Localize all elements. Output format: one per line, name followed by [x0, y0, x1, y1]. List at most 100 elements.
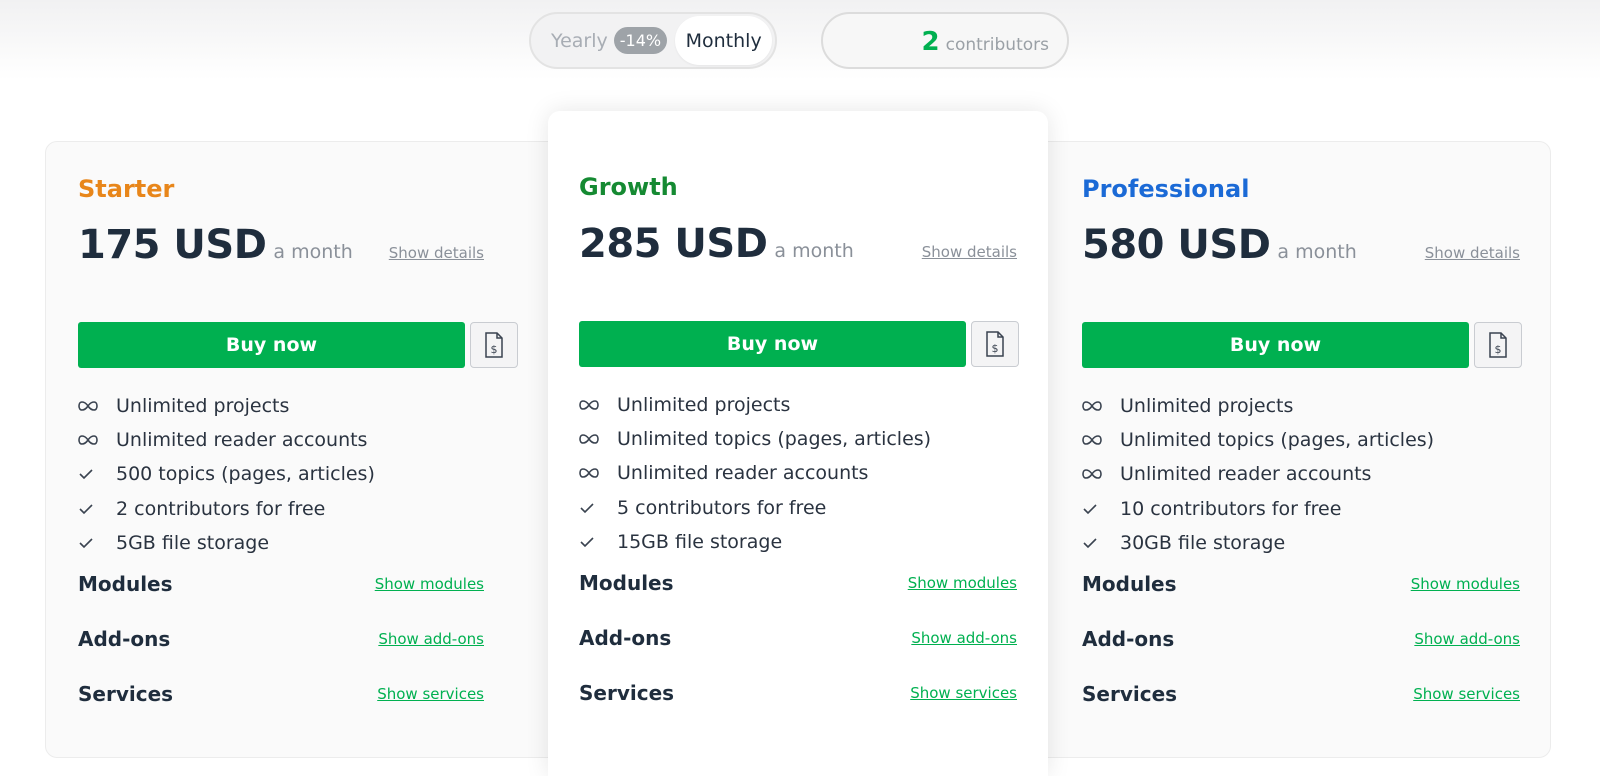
- infinity-icon: [579, 399, 617, 411]
- check-icon: [579, 536, 617, 548]
- buy-row: Buy now $: [579, 321, 1019, 367]
- feature-text: 5 contributors for free: [617, 496, 827, 519]
- feature-text: 2 contributors for free: [116, 497, 326, 520]
- feature-list: Unlimited projects Unlimited reader acco…: [78, 389, 375, 560]
- feature-item: Unlimited reader accounts: [579, 456, 931, 490]
- services-row: Services Show services: [78, 682, 484, 706]
- plan-card-growth: Growth 285 USD a month Show details Buy …: [548, 111, 1048, 776]
- check-icon: [78, 537, 116, 549]
- plan-price: 285 USD: [579, 221, 768, 267]
- show-modules-link[interactable]: Show modules: [375, 575, 484, 593]
- feature-text: Unlimited projects: [1120, 395, 1294, 418]
- show-services-link[interactable]: Show services: [377, 685, 484, 703]
- show-modules-link[interactable]: Show modules: [908, 574, 1017, 592]
- svg-text:$: $: [491, 343, 498, 356]
- show-addons-link[interactable]: Show add-ons: [1414, 630, 1520, 648]
- show-addons-link[interactable]: Show add-ons: [911, 629, 1017, 647]
- feature-text: Unlimited reader accounts: [116, 429, 368, 452]
- feature-text: Unlimited topics (pages, articles): [1120, 429, 1435, 452]
- infinity-icon: [78, 434, 116, 446]
- invoice-icon: $: [1489, 332, 1507, 358]
- section-title: Modules: [1082, 572, 1177, 596]
- plan-period: a month: [273, 241, 353, 263]
- feature-list: Unlimited projects Unlimited topics (pag…: [1082, 389, 1434, 560]
- show-modules-link[interactable]: Show modules: [1411, 575, 1520, 593]
- addons-row: Add-ons Show add-ons: [78, 627, 484, 651]
- addons-row: Add-ons Show add-ons: [1082, 627, 1520, 651]
- infinity-icon: [78, 400, 116, 412]
- plan-card-professional: Professional 580 USD a month Show detail…: [1050, 142, 1550, 756]
- check-icon: [579, 502, 617, 514]
- feature-text: 30GB file storage: [1120, 531, 1286, 554]
- infinity-icon: [1082, 400, 1120, 412]
- feature-item: 5 contributors for free: [579, 491, 931, 525]
- feature-text: Unlimited topics (pages, articles): [617, 428, 932, 451]
- feature-text: 10 contributors for free: [1120, 497, 1342, 520]
- section-title: Modules: [579, 571, 674, 595]
- infinity-icon: [579, 433, 617, 445]
- addons-row: Add-ons Show add-ons: [579, 626, 1017, 650]
- feature-item: 10 contributors for free: [1082, 492, 1434, 526]
- plan-card-starter: Starter 175 USD a month Show details Buy…: [46, 142, 518, 756]
- feature-item: 30GB file storage: [1082, 526, 1434, 560]
- feature-text: Unlimited projects: [116, 395, 290, 418]
- buy-row: Buy now $: [1082, 322, 1522, 368]
- discount-badge: -14%: [613, 27, 668, 54]
- invoice-icon: $: [485, 332, 503, 358]
- show-details-link[interactable]: Show details: [1425, 244, 1520, 262]
- show-details-link[interactable]: Show details: [922, 243, 1017, 261]
- feature-item: Unlimited topics (pages, articles): [1082, 423, 1434, 457]
- modules-row: Modules Show modules: [579, 571, 1017, 595]
- invoice-icon: $: [986, 331, 1004, 357]
- infinity-icon: [1082, 434, 1120, 446]
- contributors-count: 2: [921, 27, 940, 57]
- buy-now-button[interactable]: Buy now: [579, 321, 966, 367]
- feature-text: Unlimited reader accounts: [617, 462, 869, 485]
- contributors-label: contributors: [945, 35, 1049, 55]
- feature-item: 15GB file storage: [579, 525, 931, 559]
- section-title: Add-ons: [1082, 627, 1175, 651]
- feature-text: 5GB file storage: [116, 531, 270, 554]
- buy-now-button[interactable]: Buy now: [1082, 322, 1469, 368]
- modules-row: Modules Show modules: [78, 572, 484, 596]
- buy-row: Buy now $: [78, 322, 518, 368]
- buy-now-button[interactable]: Buy now: [78, 322, 465, 368]
- section-title: Modules: [78, 572, 173, 596]
- feature-text: Unlimited reader accounts: [1120, 463, 1372, 486]
- contributors-selector[interactable]: 2 contributors: [821, 12, 1069, 69]
- plan-period: a month: [774, 240, 854, 262]
- show-details-link[interactable]: Show details: [389, 244, 484, 262]
- invoice-button[interactable]: $: [1474, 322, 1522, 368]
- feature-text: 15GB file storage: [617, 530, 783, 553]
- infinity-icon: [1082, 468, 1120, 480]
- feature-item: 500 topics (pages, articles): [78, 457, 375, 491]
- plan-name: Growth: [579, 173, 678, 201]
- feature-item: Unlimited projects: [579, 388, 931, 422]
- price-row: 580 USD a month Show details: [1082, 222, 1520, 268]
- check-icon: [1082, 503, 1120, 515]
- section-title: Add-ons: [78, 627, 171, 651]
- yearly-option[interactable]: Yearly -14%: [534, 16, 675, 65]
- plan-name: Starter: [78, 175, 175, 203]
- section-title: Services: [1082, 682, 1178, 706]
- invoice-button[interactable]: $: [470, 322, 518, 368]
- feature-item: Unlimited reader accounts: [1082, 457, 1434, 491]
- invoice-button[interactable]: $: [971, 321, 1019, 367]
- check-icon: [1082, 537, 1120, 549]
- feature-list: Unlimited projects Unlimited topics (pag…: [579, 388, 931, 559]
- feature-item: Unlimited reader accounts: [78, 423, 375, 457]
- section-title: Services: [78, 682, 174, 706]
- feature-item: Unlimited topics (pages, articles): [579, 422, 931, 456]
- feature-item: Unlimited projects: [78, 389, 375, 423]
- modules-row: Modules Show modules: [1082, 572, 1520, 596]
- plan-period: a month: [1277, 241, 1357, 263]
- svg-text:$: $: [992, 342, 999, 355]
- section-title: Add-ons: [579, 626, 672, 650]
- show-addons-link[interactable]: Show add-ons: [378, 630, 484, 648]
- show-services-link[interactable]: Show services: [910, 684, 1017, 702]
- billing-period-toggle[interactable]: Yearly -14% Monthly: [529, 12, 777, 69]
- monthly-option[interactable]: Monthly: [675, 16, 772, 65]
- feature-item: 5GB file storage: [78, 526, 375, 560]
- show-services-link[interactable]: Show services: [1413, 685, 1520, 703]
- plan-price: 175 USD: [78, 222, 267, 268]
